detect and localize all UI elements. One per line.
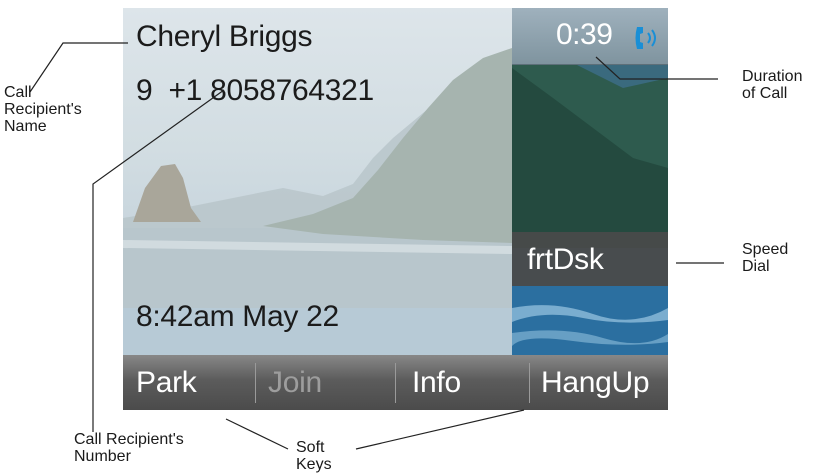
callout-text: of Call (742, 85, 788, 102)
callout-soft-keys: Soft Keys (296, 439, 332, 473)
callout-duration: Duration of Call (742, 68, 802, 102)
callout-text: Name (4, 118, 47, 135)
callout-lines (29, 42, 724, 450)
callout-speed-dial: Speed Dial (742, 241, 788, 275)
callout-text: Dial (742, 258, 770, 275)
callout-recipient-number: Call Recipient's Number (74, 431, 184, 465)
callout-text: Duration (742, 68, 803, 85)
callout-text: Recipient's (4, 101, 82, 118)
callout-text: Call Recipient's (74, 431, 184, 448)
callout-text: Speed (742, 241, 789, 258)
callout-text: Number (74, 448, 131, 465)
callout-recipient-name: Call Recipient's Name (4, 84, 82, 135)
callout-text: Soft (296, 439, 325, 456)
callout-text: Keys (296, 456, 332, 473)
callout-text: Call (4, 84, 32, 101)
